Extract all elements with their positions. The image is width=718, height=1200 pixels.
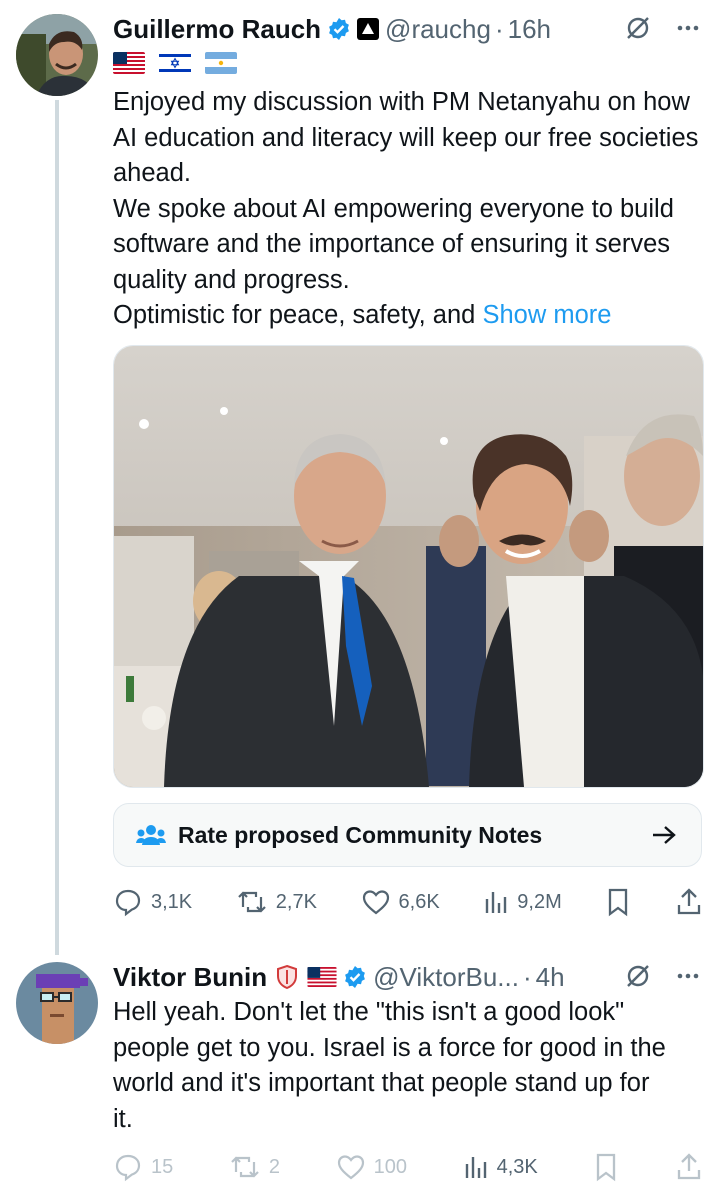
views-button[interactable]: 4,3K <box>463 1154 538 1180</box>
thread-line <box>55 100 59 955</box>
tweet-viktorbunin[interactable]: Viktor Bunin @ViktorBu... · 4h Hell yeah… <box>0 955 718 1200</box>
bookmark-button[interactable] <box>593 1152 619 1182</box>
views-chart-icon <box>483 889 509 915</box>
like-button[interactable]: 100 <box>336 1153 407 1181</box>
like-count: 100 <box>373 1155 407 1178</box>
reply-icon <box>113 887 143 917</box>
tweet-paragraph: We spoke about AI empowering everyone to… <box>113 194 674 294</box>
tweet-text: Enjoyed my discussion with PM Netanyahu … <box>113 85 703 334</box>
argentina-flag-icon <box>205 52 237 74</box>
grok-icon[interactable] <box>624 14 652 42</box>
reply-button[interactable]: 15 <box>113 1152 173 1182</box>
views-button[interactable]: 9,2M <box>483 889 562 915</box>
tweet-photo[interactable] <box>113 345 704 788</box>
us-flag-icon <box>307 967 337 987</box>
repost-icon <box>236 887 268 917</box>
share-button[interactable] <box>675 887 703 917</box>
share-icon <box>675 1152 703 1182</box>
repost-count: 2 <box>268 1155 280 1178</box>
views-count: 4,3K <box>496 1155 538 1178</box>
community-notes-label: Rate proposed Community Notes <box>178 821 543 848</box>
avatar-viktor-bunin[interactable] <box>16 962 98 1044</box>
arrow-right-icon <box>651 824 677 846</box>
timestamp[interactable]: 16h <box>508 14 551 45</box>
verified-badge-icon <box>343 965 367 989</box>
views-count: 9,2M <box>517 890 562 913</box>
like-button[interactable]: 6,6K <box>361 888 440 916</box>
separator: · <box>494 13 504 44</box>
grok-icon[interactable] <box>624 962 652 990</box>
author-name[interactable]: Viktor Bunin <box>113 962 267 993</box>
tweet-paragraph-text: Optimistic for peace, safety, and <box>113 301 483 329</box>
reply-count: 3,1K <box>151 890 193 913</box>
share-button[interactable] <box>675 1152 703 1182</box>
israel-flag-icon <box>159 52 191 74</box>
tweet-actions: 15 2 100 4,3K <box>113 1147 703 1187</box>
repost-button[interactable]: 2,7K <box>236 887 317 917</box>
author-name[interactable]: Guillermo Rauch <box>113 14 321 45</box>
repost-button[interactable]: 2 <box>229 1152 280 1182</box>
bookmark-icon <box>605 887 631 917</box>
verified-badge-icon <box>327 17 351 41</box>
reply-count: 15 <box>151 1155 174 1178</box>
profile-flags <box>113 52 237 74</box>
views-chart-icon <box>463 1154 489 1180</box>
tweet-paragraph: Optimistic for peace, safety, and Show m… <box>113 298 703 334</box>
vercel-affiliate-badge-icon <box>357 18 380 40</box>
bookmark-icon <box>593 1152 619 1182</box>
community-notes-banner[interactable]: Rate proposed Community Notes <box>113 803 702 867</box>
tweet-header: Viktor Bunin @ViktorBu... · 4h <box>113 959 565 995</box>
more-options-icon[interactable] <box>674 14 702 42</box>
community-notes-icon <box>136 823 166 847</box>
tweet-paragraph: Enjoyed my discussion with PM Netanyahu … <box>113 88 699 187</box>
reply-icon <box>113 1152 143 1182</box>
tweet-header-actions <box>624 14 702 42</box>
separator: · <box>522 961 532 992</box>
tweet-rauchg[interactable]: Guillermo Rauch @rauchg · 16h Enjoyed my… <box>0 0 718 955</box>
repost-icon <box>229 1152 261 1182</box>
reply-button[interactable]: 3,1K <box>113 887 192 917</box>
tweet-header: Guillermo Rauch @rauchg · 16h <box>113 11 551 47</box>
heart-icon <box>361 888 391 916</box>
tweet-actions: 3,1K 2,7K 6,6K 9,2M <box>113 882 703 922</box>
like-count: 6,6K <box>398 890 440 913</box>
more-options-icon[interactable] <box>674 962 702 990</box>
share-icon <box>675 887 703 917</box>
us-flag-icon <box>113 52 145 74</box>
tweet-paragraph: Hell yeah. Don't let the "this isn't a g… <box>113 998 666 1133</box>
tweet-header-actions <box>624 962 702 990</box>
repost-count: 2,7K <box>275 890 317 913</box>
heart-icon <box>336 1153 366 1181</box>
show-more-link[interactable]: Show more <box>482 301 611 329</box>
tweet-text: Hell yeah. Don't let the "this isn't a g… <box>113 995 673 1137</box>
shield-badge-icon <box>275 964 299 990</box>
author-handle[interactable]: @ViktorBu... <box>373 962 519 993</box>
bookmark-button[interactable] <box>605 887 631 917</box>
timestamp[interactable]: 4h <box>536 962 565 993</box>
avatar-guillermo-rauch[interactable] <box>16 14 98 96</box>
author-handle[interactable]: @rauchg <box>385 14 491 45</box>
